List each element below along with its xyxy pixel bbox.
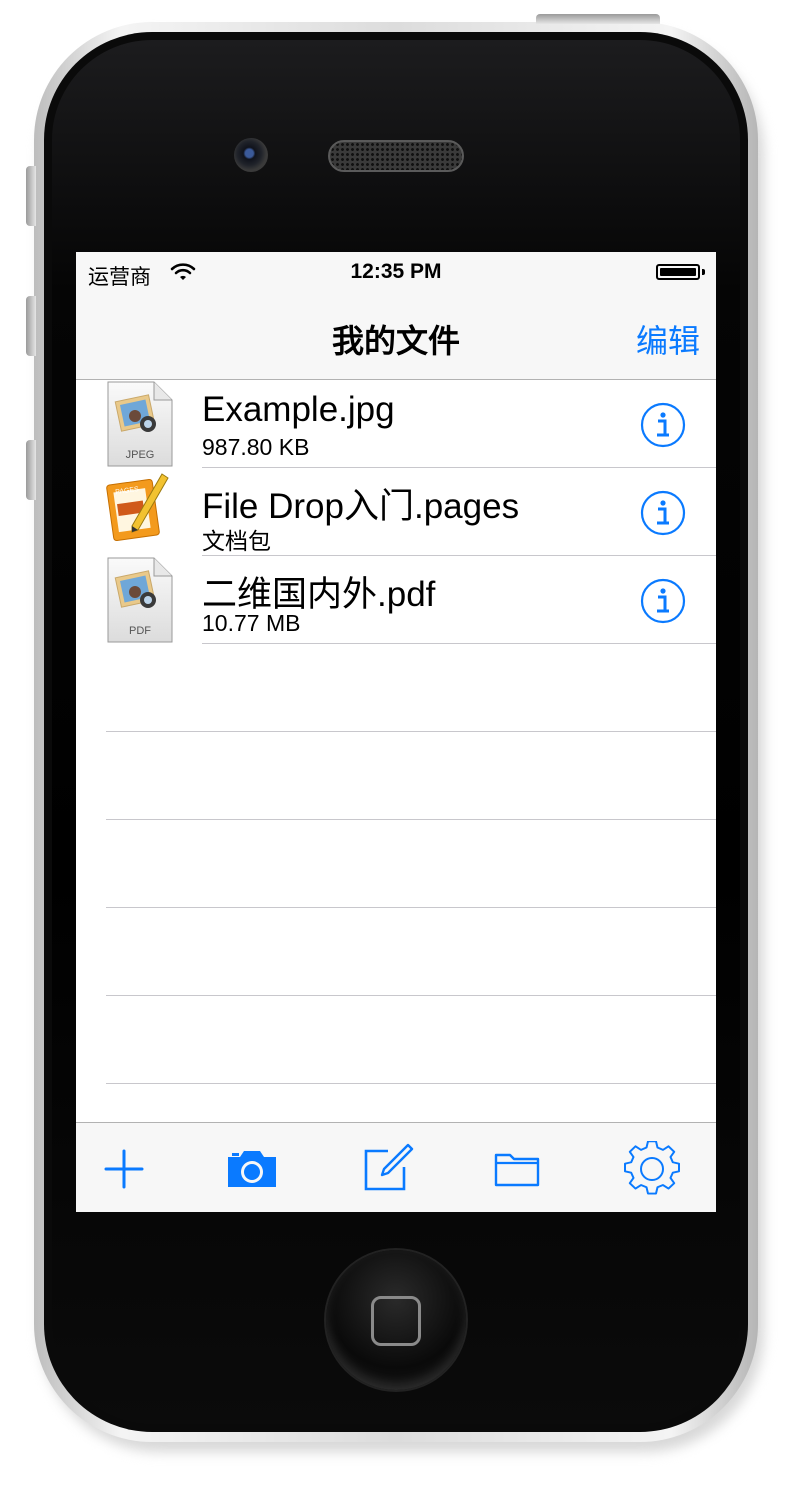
empty-row (76, 996, 716, 1084)
info-icon[interactable] (640, 402, 686, 448)
camera-icon[interactable] (224, 1141, 280, 1197)
file-name: Example.jpg (202, 390, 395, 429)
bottom-toolbar (76, 1122, 716, 1212)
file-row[interactable]: PAGES File Drop入门.pages 文档包 (76, 468, 716, 556)
navigation-bar: 我的文件 编辑 (76, 292, 716, 380)
file-size: 987.80 KB (202, 434, 310, 460)
compose-icon[interactable] (358, 1141, 414, 1197)
status-time: 12:35 PM (350, 260, 442, 283)
earpiece-speaker (328, 140, 464, 172)
pages-file-icon: PAGES (106, 473, 169, 542)
empty-row (76, 908, 716, 996)
file-kind: 文档包 (202, 528, 271, 554)
svg-text:JPEG: JPEG (126, 449, 155, 461)
file-row[interactable]: JPEG Example.jpg 987.80 KB (76, 380, 716, 468)
home-button-square-icon (371, 1296, 421, 1346)
folder-icon[interactable] (490, 1141, 546, 1197)
screen: 运营商 12:35 PM 我的文件 编辑 JPEG Example.jpg 98… (76, 252, 716, 1212)
empty-row (76, 732, 716, 820)
empty-row (76, 820, 716, 908)
edit-button[interactable]: 编辑 (636, 316, 700, 362)
file-row[interactable]: PDF 二维国内外.pdf 10.77 MB (76, 556, 716, 644)
front-camera-icon (234, 138, 268, 172)
jpeg-file-icon: JPEG (107, 381, 173, 467)
status-bar: 运营商 12:35 PM (76, 252, 716, 292)
svg-text:PDF: PDF (129, 625, 151, 637)
info-icon[interactable] (640, 578, 686, 624)
volume-up-button (26, 296, 36, 356)
file-list: JPEG Example.jpg 987.80 KB PAGES File Dr… (76, 380, 716, 1084)
mute-switch (26, 166, 36, 226)
plus-icon[interactable] (96, 1141, 152, 1197)
row-separator (106, 1083, 716, 1084)
battery-nub (702, 269, 705, 275)
volume-down-button (26, 440, 36, 500)
file-size: 10.77 MB (202, 610, 301, 636)
info-icon[interactable] (640, 490, 686, 536)
empty-row (76, 644, 716, 732)
gear-icon[interactable] (624, 1141, 680, 1197)
page-title: 我的文件 (331, 323, 460, 359)
pdf-file-icon: PDF (107, 557, 173, 643)
battery-icon (656, 264, 700, 280)
power-button (536, 14, 660, 24)
